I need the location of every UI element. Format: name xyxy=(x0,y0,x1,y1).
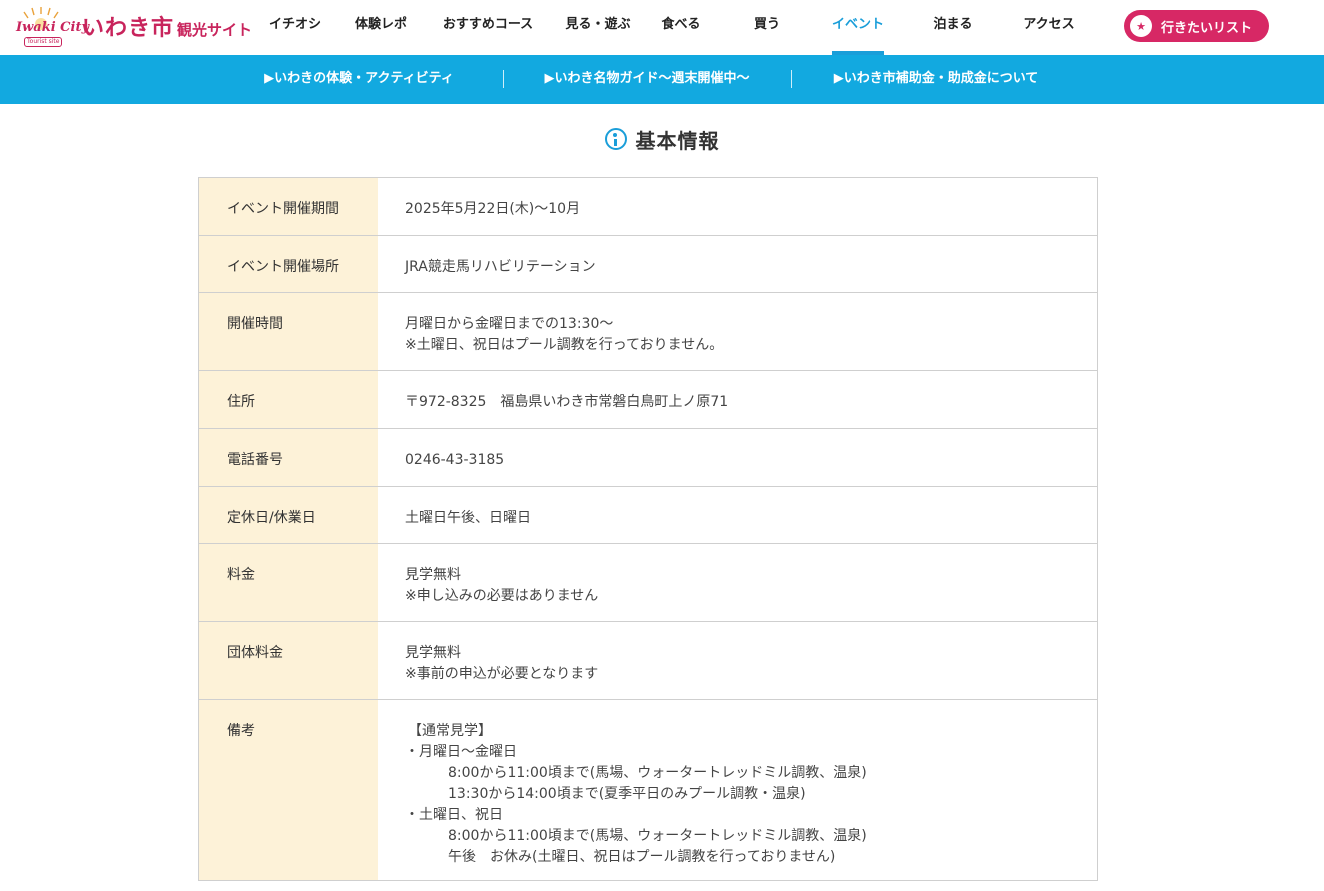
sub-link-meibutsu-guide[interactable]: ▶いわき名物ガイド〜週末開催中〜 xyxy=(545,55,750,104)
sub-nav-divider xyxy=(503,70,504,88)
table-row: 団体料金 見学無料 ※事前の申込が必要となります xyxy=(199,622,1097,700)
nav-item-taiken-repo[interactable]: 体験レポ xyxy=(355,0,407,55)
nav-item-miru-asobu[interactable]: 見る・遊ぶ xyxy=(565,0,630,55)
star-icon: ★ xyxy=(1130,15,1152,37)
table-row: 定休日/休業日 土曜日午後、日曜日 xyxy=(199,487,1097,544)
row-value: 月曜日から金曜日までの13:30〜 ※土曜日、祝日はプール調教を行っておりません… xyxy=(378,293,1097,370)
value-line: ※事前の申込が必要となります xyxy=(405,666,599,682)
nav-item-osusume-course[interactable]: おすすめコース xyxy=(443,0,533,55)
value-line: 〒972-8325 福島県いわき市常磐白鳥町上ノ原71 xyxy=(405,394,729,410)
sub-nav-bar: ▶いわきの体験・アクティビティ ▶いわき名物ガイド〜週末開催中〜 ▶いわき市補助… xyxy=(0,55,1324,104)
table-row: イベント開催期間 2025年5月22日(木)〜10月 xyxy=(199,178,1097,236)
iwaki-city-badge: Iwaki City Tourist site xyxy=(14,4,89,48)
value-line: 13:30から14:00頃まで(夏季平日のみプール調教・温泉) xyxy=(448,786,806,802)
value-line: 見学無料 xyxy=(405,645,461,661)
value-line: 午後 お休み(土曜日、祝日はプール調教を行っておりません) xyxy=(448,849,836,865)
row-label: 電話番号 xyxy=(199,429,378,486)
row-label: イベント開催場所 xyxy=(199,236,378,292)
value-line: ・土曜日、祝日 xyxy=(405,807,503,823)
row-label: 備考 xyxy=(199,700,378,880)
nav-item-kau[interactable]: 買う xyxy=(754,0,780,55)
sub-link-activities[interactable]: ▶いわきの体験・アクティビティ xyxy=(264,55,454,104)
table-row: イベント開催場所 JRA競走馬リハビリテーション xyxy=(199,236,1097,293)
row-label: 定休日/休業日 xyxy=(199,487,378,543)
site-header: Iwaki City Tourist site いわき市 観光サイト イチオシ … xyxy=(0,0,1324,55)
row-label: 料金 xyxy=(199,544,378,621)
value-line: 土曜日午後、日曜日 xyxy=(405,510,531,526)
value-line: JRA競走馬リハビリテーション xyxy=(405,259,596,275)
nav-item-access[interactable]: アクセス xyxy=(1023,0,1074,55)
value-line: 月曜日から金曜日までの13:30〜 xyxy=(405,316,614,332)
row-value: 土曜日午後、日曜日 xyxy=(378,487,1097,543)
table-row: 開催時間 月曜日から金曜日までの13:30〜 ※土曜日、祝日はプール調教を行って… xyxy=(199,293,1097,371)
row-value: 2025年5月22日(木)〜10月 xyxy=(378,178,1097,235)
value-line: ・月曜日〜金曜日 xyxy=(405,744,517,760)
value-line: 【通常見学】 xyxy=(408,723,492,739)
row-label: 団体料金 xyxy=(199,622,378,699)
info-icon xyxy=(604,128,627,150)
logo-wordmark: いわき市 観光サイト xyxy=(82,10,252,42)
value-line: 8:00から11:00頃まで(馬場、ウォータートレッドミル調教、温泉) xyxy=(448,828,867,844)
nav-item-taberu[interactable]: 食べる xyxy=(661,0,700,55)
table-row: 備考 【通常見学】 ・月曜日〜金曜日 8:00から11:00頃まで(馬場、ウォー… xyxy=(199,700,1097,880)
row-label: イベント開催期間 xyxy=(199,178,378,235)
wish-list-label: 行きたいリスト xyxy=(1161,20,1253,36)
value-line: 8:00から11:00頃まで(馬場、ウォータートレッドミル調教、温泉) xyxy=(448,765,867,781)
value-line: ※土曜日、祝日はプール調教を行っておりません。 xyxy=(405,337,724,353)
value-line: ※申し込みの必要はありません xyxy=(405,588,599,604)
row-value: 見学無料 ※事前の申込が必要となります xyxy=(378,622,1097,699)
value-line: 2025年5月22日(木)〜10月 xyxy=(405,201,581,217)
row-value: 【通常見学】 ・月曜日〜金曜日 8:00から11:00頃まで(馬場、ウォータート… xyxy=(378,700,1097,880)
value-line: 0246-43-3185 xyxy=(405,452,505,468)
section-title: 基本情報 xyxy=(635,128,720,153)
table-row: 電話番号 0246-43-3185 xyxy=(199,429,1097,487)
section-heading: 基本情報 xyxy=(0,124,1324,154)
row-label: 開催時間 xyxy=(199,293,378,370)
basic-info-table: イベント開催期間 2025年5月22日(木)〜10月 イベント開催場所 JRA競… xyxy=(198,177,1098,881)
wish-list-button[interactable]: ★ 行きたいリスト xyxy=(1124,10,1269,42)
nav-item-tomaru[interactable]: 泊まる xyxy=(933,0,972,55)
row-value: 見学無料 ※申し込みの必要はありません xyxy=(378,544,1097,621)
badge-sub-text: Tourist site xyxy=(24,37,63,47)
sub-link-subsidies[interactable]: ▶いわき市補助金・助成金について xyxy=(834,55,1039,104)
logo-sub-text: 観光サイト xyxy=(177,21,253,39)
row-value: 0246-43-3185 xyxy=(378,429,1097,486)
site-logo[interactable]: Iwaki City Tourist site いわき市 観光サイト xyxy=(14,4,252,48)
nav-item-event[interactable]: イベント xyxy=(831,0,885,55)
row-value: JRA競走馬リハビリテーション xyxy=(378,236,1097,292)
badge-script-text: Iwaki City xyxy=(16,20,90,35)
row-value: 〒972-8325 福島県いわき市常磐白鳥町上ノ原71 xyxy=(378,371,1097,428)
sub-nav-divider xyxy=(791,70,792,88)
logo-main-text: いわき市 xyxy=(82,16,175,41)
nav-item-ichioshi[interactable]: イチオシ xyxy=(269,0,321,55)
table-row: 住所 〒972-8325 福島県いわき市常磐白鳥町上ノ原71 xyxy=(199,371,1097,429)
row-label: 住所 xyxy=(199,371,378,428)
table-row: 料金 見学無料 ※申し込みの必要はありません xyxy=(199,544,1097,622)
value-line: 見学無料 xyxy=(405,567,461,583)
